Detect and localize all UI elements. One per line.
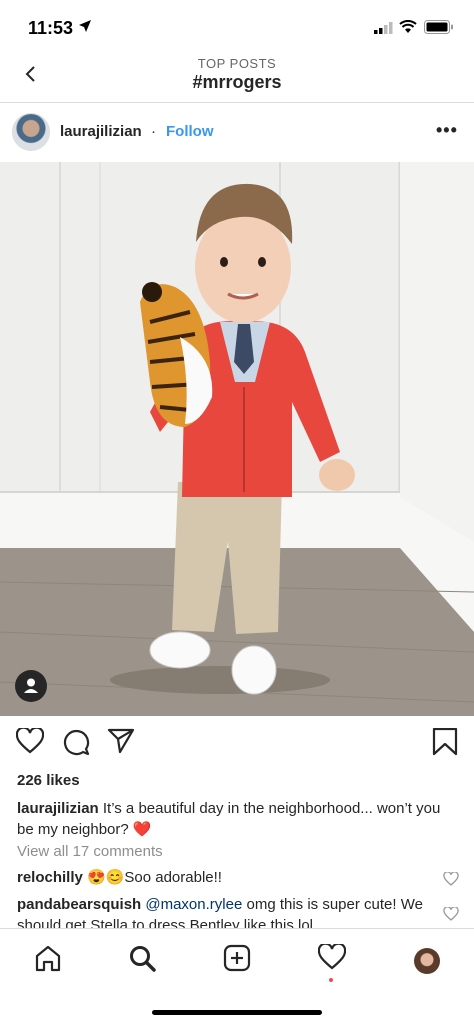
profile-avatar[interactable] [414, 948, 440, 974]
separator-dot: · [151, 123, 156, 140]
post-header: laurajilizian · Follow ••• [0, 102, 474, 162]
post-photo[interactable] [0, 162, 474, 716]
post-actions [0, 716, 474, 772]
view-all-comments-link[interactable]: View all 17 comments [17, 843, 163, 860]
follow-button[interactable]: Follow [166, 123, 214, 140]
home-icon[interactable] [34, 944, 62, 972]
page-title: #mrrogers [192, 72, 282, 92]
comment-username[interactable]: relochilly [17, 869, 83, 886]
comment-icon[interactable] [62, 728, 90, 756]
person-tag-icon[interactable] [15, 670, 47, 702]
more-options-icon[interactable]: ••• [436, 120, 458, 141]
comment-text: 😍😊Soo adorable!! [82, 869, 222, 886]
status-bar: 11:53 [0, 0, 474, 48]
avatar[interactable] [12, 113, 50, 151]
status-time: 11:53 [28, 18, 74, 38]
home-indicator [152, 1010, 322, 1015]
caption-username[interactable]: laurajilizian [17, 800, 99, 817]
battery-icon [424, 20, 453, 34]
paper-plane-icon[interactable] [107, 728, 135, 754]
bookmark-icon[interactable] [432, 728, 458, 756]
add-post-icon[interactable] [223, 944, 251, 972]
activity-heart-icon[interactable] [318, 944, 346, 970]
post-caption: laurajilizian It’s a beautiful day in th… [17, 798, 457, 840]
wifi-icon [399, 20, 417, 33]
heart-icon[interactable] [16, 728, 44, 754]
navigation-bar: TOP POSTS #mrrogers [0, 48, 474, 103]
search-icon[interactable] [128, 944, 156, 972]
page-subtitle: TOP POSTS [197, 56, 277, 71]
notification-dot [329, 978, 333, 982]
comment-item: pandabearsquish @maxon.rylee omg this is… [17, 894, 427, 928]
likes-count[interactable]: 226 likes [17, 772, 80, 789]
location-arrow-icon [79, 20, 91, 32]
comment-mention[interactable]: @maxon.rylee [141, 896, 242, 913]
comment-item: relochilly 😍😊Soo adorable!! [17, 867, 427, 888]
cellular-signal-icon [374, 22, 393, 34]
post-username[interactable]: laurajilizian [60, 123, 142, 140]
photo-illustration [0, 162, 474, 716]
comment-username[interactable]: pandabearsquish [17, 896, 141, 913]
comment-like-heart-icon[interactable] [443, 907, 459, 921]
comment-like-heart-icon[interactable] [443, 872, 459, 886]
